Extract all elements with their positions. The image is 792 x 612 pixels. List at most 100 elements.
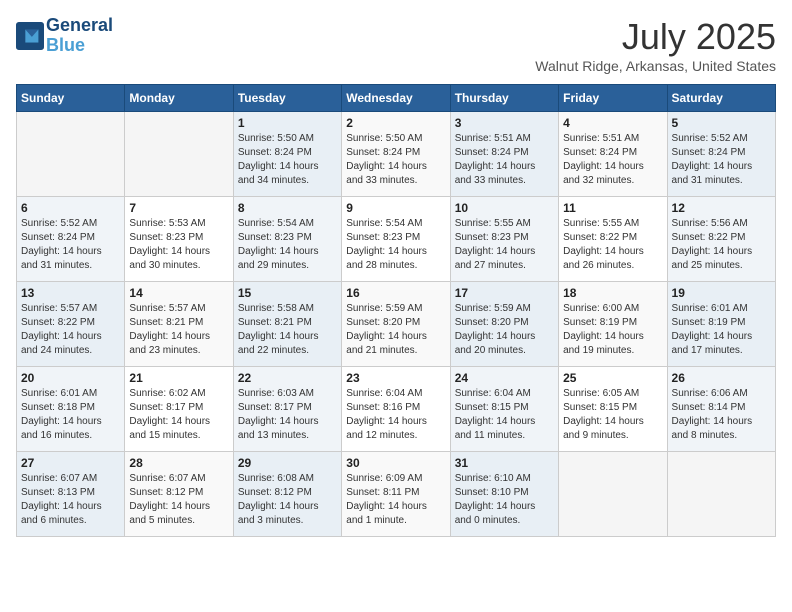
day-number: 18 (563, 286, 662, 300)
calendar-cell: 17 Sunrise: 5:59 AM Sunset: 8:20 PM Dayli… (450, 282, 558, 367)
day-number: 2 (346, 116, 445, 130)
day-info: Sunrise: 5:55 AM Sunset: 8:23 PM Dayligh… (455, 217, 554, 273)
weekday-header: Sunday (17, 85, 125, 112)
day-info: Sunrise: 5:50 AM Sunset: 8:24 PM Dayligh… (238, 132, 337, 188)
day-number: 4 (563, 116, 662, 130)
calendar-week-row: 27 Sunrise: 6:07 AM Sunset: 8:13 PM Dayli… (17, 452, 776, 537)
calendar-cell: 19 Sunrise: 6:01 AM Sunset: 8:19 PM Dayli… (667, 282, 775, 367)
month-title: July 2025 (535, 16, 776, 58)
day-info: Sunrise: 6:02 AM Sunset: 8:17 PM Dayligh… (129, 387, 228, 443)
logo-text: General Blue (46, 16, 113, 56)
calendar-cell: 18 Sunrise: 6:00 AM Sunset: 8:19 PM Dayli… (559, 282, 667, 367)
day-info: Sunrise: 5:52 AM Sunset: 8:24 PM Dayligh… (21, 217, 120, 273)
day-info: Sunrise: 6:06 AM Sunset: 8:14 PM Dayligh… (672, 387, 771, 443)
day-info: Sunrise: 5:50 AM Sunset: 8:24 PM Dayligh… (346, 132, 445, 188)
logo: General Blue (16, 16, 113, 56)
calendar-week-row: 13Sunrise: 5:57 AM Sunset: 8:22 PM Dayli… (17, 282, 776, 367)
calendar-cell: 22Sunrise: 6:03 AM Sunset: 8:17 PM Dayli… (233, 367, 341, 452)
calendar-cell: 8 Sunrise: 5:54 AM Sunset: 8:23 PM Daylig… (233, 197, 341, 282)
day-number: 3 (455, 116, 554, 130)
day-number: 19 (672, 286, 771, 300)
day-info: Sunrise: 5:59 AM Sunset: 8:20 PM Dayligh… (346, 302, 445, 358)
day-info: Sunrise: 5:51 AM Sunset: 8:24 PM Dayligh… (455, 132, 554, 188)
day-number: 5 (672, 116, 771, 130)
calendar-cell: 2 Sunrise: 5:50 AM Sunset: 8:24 PM Daylig… (342, 112, 450, 197)
calendar-cell: 21 Sunrise: 6:02 AM Sunset: 8:17 PM Dayli… (125, 367, 233, 452)
calendar-cell: 16 Sunrise: 5:59 AM Sunset: 8:20 PM Dayli… (342, 282, 450, 367)
calendar-cell: 28Sunrise: 6:07 AM Sunset: 8:12 PM Dayli… (125, 452, 233, 537)
calendar-cell: 14 Sunrise: 5:57 AM Sunset: 8:21 PM Dayli… (125, 282, 233, 367)
weekday-header: Wednesday (342, 85, 450, 112)
calendar-cell: 27 Sunrise: 6:07 AM Sunset: 8:13 PM Dayli… (17, 452, 125, 537)
day-info: Sunrise: 6:03 AM Sunset: 8:17 PM Dayligh… (238, 387, 337, 443)
day-info: Sunrise: 5:56 AM Sunset: 8:22 PM Dayligh… (672, 217, 771, 273)
day-info: Sunrise: 5:51 AM Sunset: 8:24 PM Dayligh… (563, 132, 662, 188)
calendar-cell: 9 Sunrise: 5:54 AM Sunset: 8:23 PM Daylig… (342, 197, 450, 282)
logo-icon (16, 22, 44, 50)
calendar-cell: 13Sunrise: 5:57 AM Sunset: 8:22 PM Dayli… (17, 282, 125, 367)
day-number: 26 (672, 371, 771, 385)
day-info: Sunrise: 6:04 AM Sunset: 8:16 PM Dayligh… (346, 387, 445, 443)
day-number: 16 (346, 286, 445, 300)
day-number: 30 (346, 456, 445, 470)
weekday-header: Friday (559, 85, 667, 112)
calendar-week-row: 1Sunrise: 5:50 AM Sunset: 8:24 PM Daylig… (17, 112, 776, 197)
day-number: 29 (238, 456, 337, 470)
day-number: 12 (672, 201, 771, 215)
calendar-cell: 23 Sunrise: 6:04 AM Sunset: 8:16 PM Dayli… (342, 367, 450, 452)
calendar-cell: 29 Sunrise: 6:08 AM Sunset: 8:12 PM Dayli… (233, 452, 341, 537)
day-info: Sunrise: 5:53 AM Sunset: 8:23 PM Dayligh… (129, 217, 228, 273)
calendar-cell: 30 Sunrise: 6:09 AM Sunset: 8:11 PM Dayli… (342, 452, 450, 537)
calendar-cell (125, 112, 233, 197)
day-number: 24 (455, 371, 554, 385)
calendar-week-row: 20Sunrise: 6:01 AM Sunset: 8:18 PM Dayli… (17, 367, 776, 452)
day-info: Sunrise: 6:01 AM Sunset: 8:19 PM Dayligh… (672, 302, 771, 358)
logo-line2: Blue (46, 36, 113, 56)
calendar-week-row: 6 Sunrise: 5:52 AM Sunset: 8:24 PM Daylig… (17, 197, 776, 282)
calendar-cell: 25 Sunrise: 6:05 AM Sunset: 8:15 PM Dayli… (559, 367, 667, 452)
weekday-header: Tuesday (233, 85, 341, 112)
day-number: 13 (21, 286, 120, 300)
day-number: 17 (455, 286, 554, 300)
day-info: Sunrise: 6:05 AM Sunset: 8:15 PM Dayligh… (563, 387, 662, 443)
day-info: Sunrise: 5:54 AM Sunset: 8:23 PM Dayligh… (238, 217, 337, 273)
day-number: 8 (238, 201, 337, 215)
day-number: 27 (21, 456, 120, 470)
day-info: Sunrise: 6:04 AM Sunset: 8:15 PM Dayligh… (455, 387, 554, 443)
day-info: Sunrise: 5:58 AM Sunset: 8:21 PM Dayligh… (238, 302, 337, 358)
calendar-cell: 31Sunrise: 6:10 AM Sunset: 8:10 PM Dayli… (450, 452, 558, 537)
calendar-cell: 7Sunrise: 5:53 AM Sunset: 8:23 PM Daylig… (125, 197, 233, 282)
calendar-cell: 24 Sunrise: 6:04 AM Sunset: 8:15 PM Dayli… (450, 367, 558, 452)
day-info: Sunrise: 6:07 AM Sunset: 8:12 PM Dayligh… (129, 472, 228, 528)
day-info: Sunrise: 6:00 AM Sunset: 8:19 PM Dayligh… (563, 302, 662, 358)
calendar-cell (667, 452, 775, 537)
day-info: Sunrise: 6:07 AM Sunset: 8:13 PM Dayligh… (21, 472, 120, 528)
logo-line1: General (46, 16, 113, 36)
calendar-cell: 20Sunrise: 6:01 AM Sunset: 8:18 PM Dayli… (17, 367, 125, 452)
calendar-table: SundayMondayTuesdayWednesdayThursdayFrid… (16, 84, 776, 537)
calendar-cell: 15 Sunrise: 5:58 AM Sunset: 8:21 PM Dayli… (233, 282, 341, 367)
calendar-cell (17, 112, 125, 197)
day-info: Sunrise: 6:09 AM Sunset: 8:11 PM Dayligh… (346, 472, 445, 528)
calendar-body: 1Sunrise: 5:50 AM Sunset: 8:24 PM Daylig… (17, 112, 776, 537)
day-number: 25 (563, 371, 662, 385)
calendar-cell: 3 Sunrise: 5:51 AM Sunset: 8:24 PM Daylig… (450, 112, 558, 197)
day-number: 6 (21, 201, 120, 215)
day-info: Sunrise: 5:52 AM Sunset: 8:24 PM Dayligh… (672, 132, 771, 188)
day-info: Sunrise: 5:59 AM Sunset: 8:20 PM Dayligh… (455, 302, 554, 358)
calendar-cell (559, 452, 667, 537)
day-number: 21 (129, 371, 228, 385)
calendar-cell: 5 Sunrise: 5:52 AM Sunset: 8:24 PM Daylig… (667, 112, 775, 197)
day-number: 23 (346, 371, 445, 385)
day-info: Sunrise: 6:08 AM Sunset: 8:12 PM Dayligh… (238, 472, 337, 528)
day-info: Sunrise: 5:55 AM Sunset: 8:22 PM Dayligh… (563, 217, 662, 273)
day-info: Sunrise: 6:01 AM Sunset: 8:18 PM Dayligh… (21, 387, 120, 443)
weekday-header: Saturday (667, 85, 775, 112)
weekday-header: Thursday (450, 85, 558, 112)
day-info: Sunrise: 5:54 AM Sunset: 8:23 PM Dayligh… (346, 217, 445, 273)
page-header: General Blue July 2025 Walnut Ridge, Ark… (16, 16, 776, 74)
day-number: 9 (346, 201, 445, 215)
day-number: 15 (238, 286, 337, 300)
day-number: 14 (129, 286, 228, 300)
day-info: Sunrise: 5:57 AM Sunset: 8:21 PM Dayligh… (129, 302, 228, 358)
